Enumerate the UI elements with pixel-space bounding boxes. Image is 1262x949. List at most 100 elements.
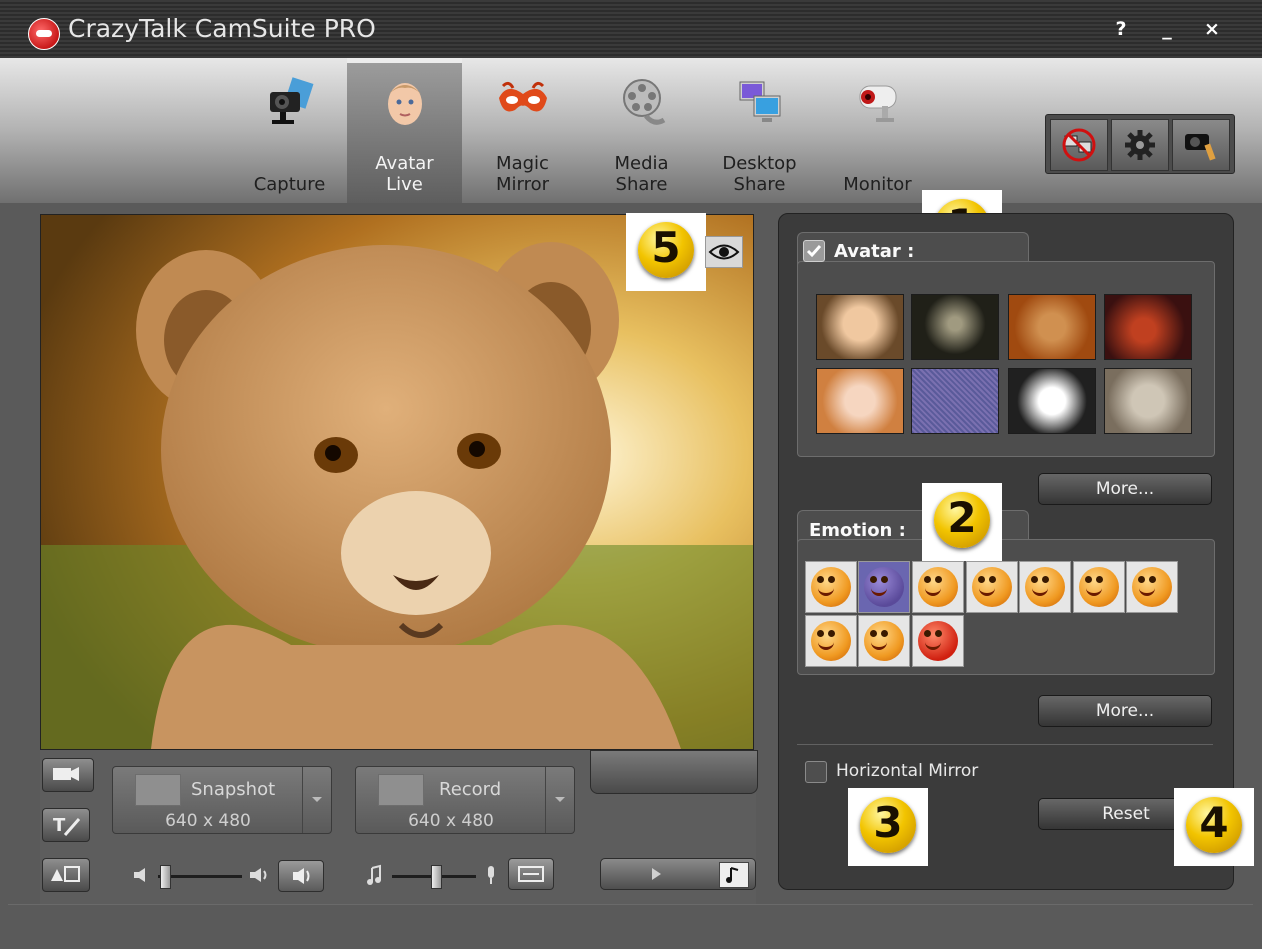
speaker-low-icon	[134, 868, 145, 882]
snapshot-dropdown[interactable]	[302, 767, 331, 833]
avatar-settings-panel: Avatar : More... Emotion : More... Horiz…	[778, 213, 1234, 890]
tab-label: Avatar Live	[375, 153, 434, 195]
title-bar[interactable]: CrazyTalk CamSuite PRO ? _ ×	[0, 0, 1262, 58]
emotion-laughing[interactable]	[805, 615, 857, 667]
volume-slider[interactable]	[160, 865, 171, 889]
chevron-down-icon	[312, 797, 322, 802]
emotion-sleepy[interactable]	[912, 561, 964, 613]
video-preview[interactable]	[40, 214, 754, 750]
record-dropdown[interactable]	[545, 767, 574, 833]
record-thumbnail	[378, 774, 424, 806]
emotion-angry-selected[interactable]	[858, 561, 910, 613]
tab-label: Capture	[253, 174, 326, 195]
avatar-thumb-boy[interactable]	[816, 294, 904, 360]
preview-toggle-button[interactable]	[705, 236, 743, 268]
gear-icon	[1125, 130, 1155, 160]
emotion-singing[interactable]	[1019, 561, 1071, 613]
mic-level-slider[interactable]	[431, 865, 442, 889]
snapshot-button[interactable]: Snapshot	[113, 767, 303, 809]
record-button[interactable]: Record	[356, 767, 546, 809]
camera-source-button[interactable]	[42, 758, 94, 792]
app-window: CrazyTalk CamSuite PRO ? _ × Capture Ava…	[0, 0, 1262, 949]
module-toolbar: Capture Avatar Live Magic Mirror Media S…	[0, 58, 1262, 203]
play-button[interactable]	[641, 859, 671, 889]
capture-controls: T Snapshot 640 x 480 Record 640 x 480	[40, 750, 758, 906]
emotion-title: Emotion :	[809, 520, 906, 541]
remote-control-off-button[interactable]	[1050, 119, 1108, 171]
chevron-down-icon	[555, 797, 565, 802]
status-bar	[8, 904, 1253, 943]
baby-face-icon	[388, 83, 422, 125]
snapshot-resolution: 640 x 480	[165, 811, 251, 831]
text-tool-icon: T	[53, 815, 81, 836]
app-title: CrazyTalk CamSuite PRO	[68, 14, 376, 43]
speaker-mute-button[interactable]	[278, 860, 324, 892]
emotion-crying[interactable]	[1126, 561, 1178, 613]
tool-button-group	[1045, 114, 1235, 174]
tab-monitor[interactable]: Monitor	[820, 58, 935, 203]
avatar-checkbox[interactable]	[803, 240, 825, 262]
tab-label: Media Share	[614, 153, 669, 195]
emotion-more-button[interactable]: More...	[1038, 695, 1212, 727]
callout-4: 4	[1174, 788, 1254, 866]
music-file-button[interactable]	[719, 862, 749, 888]
record-control: Record 640 x 480	[355, 766, 575, 834]
preview-bottom-tab[interactable]	[590, 750, 758, 794]
avatar-thumb-panda[interactable]	[1008, 368, 1096, 434]
play-icon	[652, 868, 661, 880]
horizontal-mirror-label: Horizontal Mirror	[836, 761, 979, 781]
svg-text:T: T	[53, 815, 66, 836]
avatar-title: Avatar :	[834, 241, 915, 262]
callout-2: 2	[922, 483, 1002, 561]
eye-icon	[708, 244, 740, 260]
callout-3: 3	[848, 788, 928, 866]
record-label: Record	[439, 779, 502, 800]
help-button[interactable]: ?	[1110, 18, 1132, 40]
tab-avatar-live[interactable]: Avatar Live	[347, 58, 462, 203]
settings-button[interactable]	[1111, 119, 1169, 171]
audio-mix-button[interactable]	[508, 858, 554, 890]
lips-logo-icon	[28, 18, 60, 50]
mask-icon	[499, 81, 547, 112]
emotion-smirk[interactable]	[858, 615, 910, 667]
text-edit-button[interactable]: T	[42, 808, 90, 842]
microphone-icon	[488, 866, 494, 884]
tab-label: Monitor	[843, 174, 912, 195]
record-resolution: 640 x 480	[408, 811, 494, 831]
no-remote-icon	[1062, 128, 1096, 162]
tab-capture[interactable]: Capture	[232, 58, 347, 203]
snapshot-label: Snapshot	[191, 779, 276, 800]
avatar-thumb-girl[interactable]	[816, 368, 904, 434]
snapshot-thumbnail	[135, 774, 181, 806]
speaker-icon	[293, 868, 310, 884]
emotion-kiss[interactable]	[966, 561, 1018, 613]
overlay-button[interactable]	[42, 858, 90, 892]
divider	[797, 744, 1213, 745]
emotion-shocked[interactable]	[1073, 561, 1125, 613]
music-note-icon	[367, 864, 381, 885]
horizontal-mirror-checkbox[interactable]	[805, 761, 827, 783]
snapshot-control: Snapshot 640 x 480	[112, 766, 332, 834]
minimize-button[interactable]: _	[1156, 18, 1178, 40]
playback-bar	[600, 858, 756, 890]
avatar-thumb-lion-selected[interactable]	[911, 368, 999, 434]
camera-setup-button[interactable]	[1172, 119, 1230, 171]
emotion-wink[interactable]	[805, 561, 857, 613]
overlay-icon	[51, 866, 80, 882]
lion-cub-image	[41, 215, 753, 749]
tab-media-share[interactable]: Media Share	[584, 58, 699, 203]
security-camera-icon	[859, 85, 897, 122]
tab-magic-mirror[interactable]: Magic Mirror	[465, 58, 580, 203]
avatar-thumb-demon[interactable]	[1104, 294, 1192, 360]
emotion-furious[interactable]	[912, 615, 964, 667]
music-note-icon	[726, 867, 739, 883]
close-button[interactable]: ×	[1201, 18, 1223, 40]
avatar-thumb-king[interactable]	[1008, 294, 1096, 360]
tab-label: Magic Mirror	[495, 153, 550, 195]
film-reel-icon	[623, 79, 666, 125]
tab-desktop-share[interactable]: Desktop Share	[702, 58, 817, 203]
avatar-thumb-robot[interactable]	[911, 294, 999, 360]
avatar-thumb-statue[interactable]	[1104, 368, 1192, 434]
checkmark-icon	[806, 245, 822, 258]
avatar-more-button[interactable]: More...	[1038, 473, 1212, 505]
